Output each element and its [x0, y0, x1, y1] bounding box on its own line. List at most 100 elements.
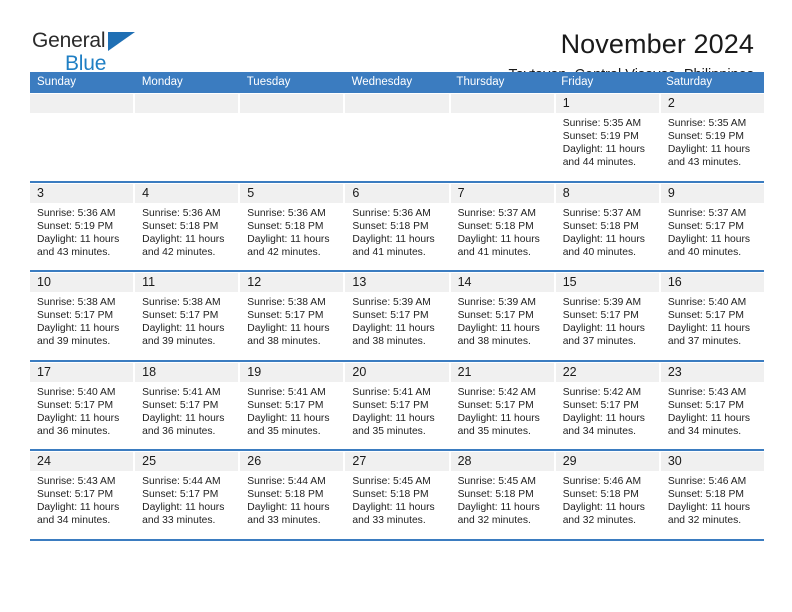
day-daylight-b-text: and 34 minutes.: [667, 425, 742, 437]
calendar-day-cell[interactable]: 28 Sunrise: 5:45 AM Sunset: 5:18 PM Dayligh…: [450, 452, 554, 539]
calendar-day-cell-empty: [345, 94, 449, 181]
day-daylight-a-text: Daylight: 11 hours: [37, 233, 120, 245]
calendar-day-cell-empty: [450, 94, 554, 181]
calendar-day-cell[interactable]: 7 Sunrise: 5:37 AM Sunset: 5:18 PM Daylight…: [450, 183, 554, 270]
day-details: Sunrise: 5:41 AM Sunset: 5:17 PM Daylight:…: [240, 382, 343, 438]
day-details: Sunrise: 5:42 AM Sunset: 5:17 PM Daylight:…: [451, 382, 554, 438]
day-details: Sunrise: 5:44 AM Sunset: 5:18 PM Daylight:…: [240, 471, 343, 527]
day-daylight-a-text: Daylight: 11 hours: [562, 412, 645, 424]
day-daylight-a-text: Daylight: 11 hours: [667, 233, 751, 245]
day-sunset-text: Sunset: 5:18 PM: [247, 489, 324, 501]
calendar-weeks: 1 Sunrise: 5:35 AM Sunset: 5:19 PM Daylight…: [30, 93, 764, 541]
calendar-day-cell[interactable]: 17 Sunrise: 5:40 AM Sunset: 5:17 PM Dayligh…: [30, 362, 134, 449]
day-daylight-a-text: Daylight: 11 hours: [457, 412, 540, 424]
day-daylight-a-text: Daylight: 11 hours: [352, 412, 435, 424]
day-details: Sunrise: 5:43 AM Sunset: 5:17 PM Daylight:…: [661, 382, 764, 438]
calendar-day-cell[interactable]: 13 Sunrise: 5:39 AM Sunset: 5:17 PM Dayligh…: [345, 273, 449, 360]
calendar-day-cell[interactable]: 29 Sunrise: 5:46 AM Sunset: 5:18 PM Dayligh…: [555, 452, 659, 539]
calendar-day-cell-empty: [240, 94, 344, 181]
calendar-day-cell[interactable]: 18 Sunrise: 5:41 AM Sunset: 5:17 PM Dayligh…: [135, 362, 239, 449]
calendar-day-cell[interactable]: 8 Sunrise: 5:37 AM Sunset: 5:18 PM Daylight…: [555, 183, 659, 270]
calendar-day-cell[interactable]: 19 Sunrise: 5:41 AM Sunset: 5:17 PM Dayligh…: [240, 362, 344, 449]
day-details: Sunrise: 5:40 AM Sunset: 5:17 PM Daylight:…: [30, 382, 133, 438]
day-daylight-a-text: Daylight: 11 hours: [37, 323, 120, 335]
calendar-day-cell[interactable]: 27 Sunrise: 5:45 AM Sunset: 5:18 PM Dayligh…: [345, 452, 449, 539]
day-details: Sunrise: 5:37 AM Sunset: 5:18 PM Daylight:…: [556, 203, 659, 259]
calendar-day-cell[interactable]: 6 Sunrise: 5:36 AM Sunset: 5:18 PM Daylight…: [345, 183, 449, 270]
calendar-day-cell[interactable]: 9 Sunrise: 5:37 AM Sunset: 5:17 PM Daylight…: [660, 183, 764, 270]
logo-triangle-icon: [108, 32, 135, 51]
day-number: 3: [30, 183, 134, 203]
calendar-day-cell[interactable]: 21 Sunrise: 5:42 AM Sunset: 5:17 PM Dayligh…: [450, 362, 554, 449]
day-daylight-b-text: and 35 minutes.: [457, 425, 531, 437]
day-sunset-text: Sunset: 5:17 PM: [37, 489, 114, 501]
calendar-day-cell[interactable]: 10 Sunrise: 5:38 AM Sunset: 5:17 PM Dayligh…: [30, 273, 134, 360]
day-details: Sunrise: 5:35 AM Sunset: 5:19 PM Daylight:…: [661, 113, 764, 169]
day-sunset-text: Sunset: 5:17 PM: [352, 310, 429, 322]
day-sunrise-text: Sunrise: 5:43 AM: [37, 476, 116, 487]
day-daylight-b-text: and 32 minutes.: [457, 515, 531, 527]
calendar-day-cell[interactable]: 25 Sunrise: 5:44 AM Sunset: 5:17 PM Dayligh…: [135, 452, 239, 539]
day-number: 17: [30, 362, 134, 382]
calendar-day-cell[interactable]: 12 Sunrise: 5:38 AM Sunset: 5:17 PM Dayligh…: [240, 273, 344, 360]
calendar-day-cell[interactable]: 16 Sunrise: 5:40 AM Sunset: 5:17 PM Dayligh…: [660, 273, 764, 360]
calendar-day-cell[interactable]: 22 Sunrise: 5:42 AM Sunset: 5:17 PM Dayligh…: [555, 362, 659, 449]
day-number: 28: [450, 452, 554, 471]
calendar-day-cell[interactable]: 20 Sunrise: 5:41 AM Sunset: 5:17 PM Dayligh…: [345, 362, 449, 449]
day-number: 14: [450, 273, 554, 292]
day-sunset-text: Sunset: 5:17 PM: [247, 399, 324, 411]
calendar-day-cell[interactable]: 11 Sunrise: 5:38 AM Sunset: 5:17 PM Dayligh…: [135, 273, 239, 360]
day-number: 25: [135, 452, 239, 471]
day-number: 10: [30, 273, 134, 292]
day-number: [135, 94, 239, 113]
day-details: Sunrise: 5:43 AM Sunset: 5:17 PM Daylight:…: [30, 471, 133, 527]
calendar-week-row: 24 Sunrise: 5:43 AM Sunset: 5:17 PM Dayligh…: [30, 451, 764, 541]
day-sunrise-text: Sunrise: 5:41 AM: [352, 386, 431, 398]
day-number: 13: [345, 273, 449, 292]
day-number: 18: [135, 362, 239, 382]
day-sunset-text: Sunset: 5:17 PM: [457, 399, 534, 411]
day-daylight-b-text: and 39 minutes.: [142, 336, 216, 348]
day-sunset-text: Sunset: 5:17 PM: [142, 310, 219, 322]
day-sunrise-text: Sunrise: 5:40 AM: [667, 297, 747, 308]
calendar-day-cell[interactable]: 30 Sunrise: 5:46 AM Sunset: 5:18 PM Dayligh…: [660, 452, 764, 539]
weekday-header-thursday: Thursday: [449, 72, 555, 93]
day-daylight-b-text: and 36 minutes.: [142, 425, 216, 437]
day-sunset-text: Sunset: 5:19 PM: [562, 131, 639, 143]
calendar-week-row: 10 Sunrise: 5:38 AM Sunset: 5:17 PM Dayligh…: [30, 272, 764, 362]
calendar-day-cell[interactable]: 3 Sunrise: 5:36 AM Sunset: 5:19 PM Daylight…: [30, 183, 134, 270]
day-sunset-text: Sunset: 5:17 PM: [37, 310, 114, 322]
day-sunset-text: Sunset: 5:17 PM: [247, 310, 324, 322]
calendar-day-cell[interactable]: 23 Sunrise: 5:43 AM Sunset: 5:17 PM Dayligh…: [660, 362, 764, 449]
weekday-header-wednesday: Wednesday: [344, 72, 450, 93]
day-daylight-b-text: and 38 minutes.: [352, 336, 426, 348]
calendar-day-cell[interactable]: 26 Sunrise: 5:44 AM Sunset: 5:18 PM Dayligh…: [240, 452, 344, 539]
day-details: Sunrise: 5:38 AM Sunset: 5:17 PM Daylight:…: [135, 292, 238, 348]
day-daylight-a-text: Daylight: 11 hours: [247, 323, 330, 335]
calendar-day-cell[interactable]: 24 Sunrise: 5:43 AM Sunset: 5:17 PM Dayligh…: [30, 452, 134, 539]
day-daylight-a-text: Daylight: 11 hours: [142, 412, 225, 424]
day-sunset-text: Sunset: 5:19 PM: [37, 220, 114, 232]
calendar-day-cell[interactable]: 15 Sunrise: 5:39 AM Sunset: 5:17 PM Dayligh…: [555, 273, 659, 360]
day-details: Sunrise: 5:40 AM Sunset: 5:17 PM Daylight:…: [661, 292, 764, 348]
day-details: Sunrise: 5:39 AM Sunset: 5:17 PM Daylight:…: [345, 292, 448, 348]
day-daylight-b-text: and 32 minutes.: [667, 515, 742, 527]
day-daylight-a-text: Daylight: 11 hours: [457, 502, 540, 514]
day-daylight-a-text: Daylight: 11 hours: [352, 233, 435, 245]
calendar-day-cell[interactable]: 4 Sunrise: 5:36 AM Sunset: 5:18 PM Daylight…: [135, 183, 239, 270]
day-details: Sunrise: 5:37 AM Sunset: 5:18 PM Daylight:…: [451, 203, 554, 259]
calendar-day-cell[interactable]: 14 Sunrise: 5:39 AM Sunset: 5:17 PM Dayligh…: [450, 273, 554, 360]
day-details: Sunrise: 5:42 AM Sunset: 5:17 PM Daylight:…: [556, 382, 659, 438]
day-details: Sunrise: 5:45 AM Sunset: 5:18 PM Daylight:…: [451, 471, 554, 527]
day-sunset-text: Sunset: 5:18 PM: [667, 489, 744, 501]
calendar-week-row: 1 Sunrise: 5:35 AM Sunset: 5:19 PM Daylight…: [30, 93, 764, 183]
logo-text-blue: Blue: [65, 52, 107, 75]
day-sunrise-text: Sunrise: 5:36 AM: [352, 207, 431, 219]
day-number: 23: [660, 362, 764, 382]
calendar-day-cell[interactable]: 1 Sunrise: 5:35 AM Sunset: 5:19 PM Daylight…: [555, 94, 659, 181]
day-number: [240, 94, 344, 113]
day-sunrise-text: Sunrise: 5:46 AM: [562, 476, 642, 487]
calendar-day-cell[interactable]: 5 Sunrise: 5:36 AM Sunset: 5:18 PM Daylight…: [240, 183, 344, 270]
calendar-day-cell[interactable]: 2 Sunrise: 5:35 AM Sunset: 5:19 PM Daylight…: [660, 94, 764, 181]
day-sunset-text: Sunset: 5:18 PM: [457, 489, 534, 501]
